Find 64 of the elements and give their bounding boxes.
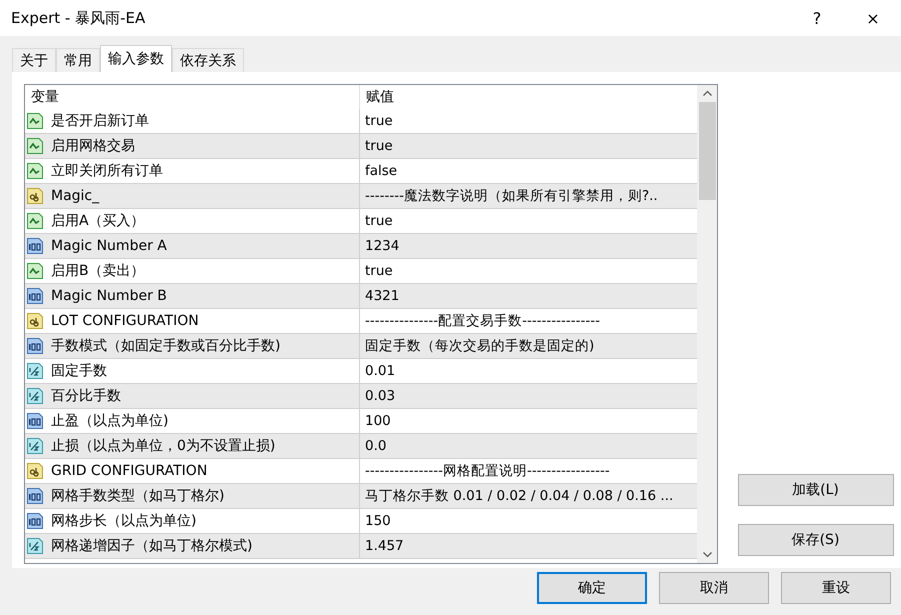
tab[interactable]: 常用 bbox=[56, 48, 100, 72]
text-type-icon bbox=[26, 312, 44, 330]
parameter-name: 网格步长（以点为单位) bbox=[51, 512, 196, 530]
integer-type-icon bbox=[26, 412, 44, 430]
parameter-name: Magic Number B bbox=[51, 288, 167, 304]
text-type-icon bbox=[26, 462, 44, 480]
parameter-name: 百分比手数 bbox=[51, 387, 121, 405]
parameter-name: 启用A（买入） bbox=[51, 212, 145, 230]
fraction-type-icon bbox=[26, 387, 44, 405]
window-title: Expert - 暴风雨-EA bbox=[11, 8, 146, 28]
integer-type-icon bbox=[26, 237, 44, 255]
scrollbar[interactable] bbox=[697, 85, 717, 563]
parameter-name: LOT CONFIGURATION bbox=[51, 313, 199, 329]
fraction-type-icon bbox=[26, 362, 44, 380]
text-type-icon bbox=[26, 187, 44, 205]
scroll-thumb[interactable] bbox=[698, 102, 716, 200]
dialog-button[interactable]: 取消 bbox=[659, 572, 769, 604]
fraction-type-icon bbox=[26, 537, 44, 555]
parameter-name: 手数模式（如固定手数或百分比手数) bbox=[51, 337, 280, 355]
parameter-name: Magic_ bbox=[51, 188, 100, 204]
parameter-value: 150 bbox=[365, 513, 391, 529]
tab[interactable]: 关于 bbox=[12, 48, 56, 72]
parameter-value: 4321 bbox=[365, 288, 400, 304]
parameter-name: 止损（以点为单位，0为不设置止损) bbox=[51, 437, 276, 455]
parameter-value: 1234 bbox=[365, 238, 400, 254]
parameter-name: 固定手数 bbox=[51, 362, 107, 380]
side-button[interactable]: 加载(L) bbox=[738, 474, 894, 506]
tab[interactable]: 依存关系 bbox=[172, 48, 244, 72]
parameter-value: 固定手数（每次交易的手数是固定的) bbox=[365, 337, 594, 355]
integer-type-icon bbox=[26, 287, 44, 305]
parameter-name: 网格手数类型（如马丁格尔) bbox=[51, 487, 224, 505]
parameter-value: 0.03 bbox=[365, 388, 396, 404]
help-button[interactable]: ? bbox=[789, 1, 845, 35]
parameter-value: true bbox=[365, 213, 393, 229]
parameter-value: true bbox=[365, 138, 393, 154]
parameter-value: ---------------配置交易手数---------------- bbox=[365, 312, 600, 330]
parameter-name: 立即关闭所有订单 bbox=[51, 162, 163, 180]
close-button[interactable]: × bbox=[845, 1, 901, 35]
parameter-value: true bbox=[365, 263, 393, 279]
parameter-value: 100 bbox=[365, 413, 391, 429]
dialog-button[interactable]: 确定 bbox=[537, 572, 647, 604]
dialog-button[interactable]: 重设 bbox=[781, 572, 891, 604]
fraction-type-icon bbox=[26, 437, 44, 455]
parameter-name: 网格递增因子（如马丁格尔模式) bbox=[51, 537, 252, 555]
parameter-name: 启用网格交易 bbox=[51, 137, 135, 155]
parameter-value: 0.01 bbox=[365, 363, 396, 379]
parameter-name: GRID CONFIGURATION bbox=[51, 463, 208, 479]
parameter-value: true bbox=[365, 113, 393, 129]
parameter-value: --------魔法数字说明（如果所有引擎禁用，则?.. bbox=[365, 187, 658, 205]
parameter-value: 马丁格尔手数 0.01 / 0.02 / 0.04 / 0.08 / 0.16 ... bbox=[365, 487, 674, 505]
parameter-value: 1.457 bbox=[365, 538, 404, 554]
parameter-value: false bbox=[365, 163, 398, 179]
side-button[interactable]: 保存(S) bbox=[738, 524, 894, 556]
parameter-value: 0.0 bbox=[365, 438, 386, 454]
parameter-name: 止盈（以点为单位) bbox=[51, 412, 168, 430]
column-header[interactable]: 赋值 bbox=[360, 85, 697, 109]
parameter-value: ----------------网格配置说明----------------- bbox=[365, 462, 610, 480]
integer-type-icon bbox=[26, 337, 44, 355]
integer-type-icon bbox=[26, 487, 44, 505]
parameter-name: 是否开启新订单 bbox=[51, 112, 149, 130]
parameter-name: 启用B（卖出） bbox=[51, 262, 145, 280]
parameter-name: Magic Number A bbox=[51, 238, 167, 254]
tab[interactable]: 输入参数 bbox=[100, 45, 172, 72]
integer-type-icon bbox=[26, 512, 44, 530]
